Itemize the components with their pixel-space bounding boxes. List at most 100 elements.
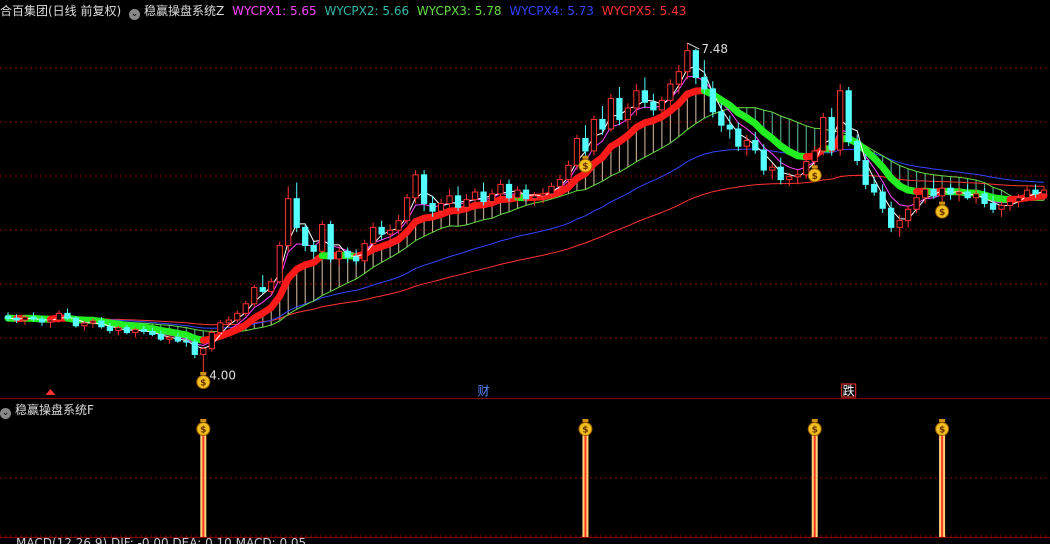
- candle-body: [429, 203, 436, 212]
- candle-body: [1006, 201, 1014, 206]
- ma-line-wycpx2: [7, 66, 1045, 349]
- candle-body: [998, 204, 1005, 210]
- money-bag-icon-glyph: $: [812, 172, 818, 182]
- candle-body: [4, 315, 12, 319]
- candle-body: [735, 128, 742, 147]
- candle-body: [123, 327, 131, 333]
- candle-body: [242, 303, 249, 314]
- buy-signal-icon-glyph: $: [200, 426, 206, 436]
- money-bag-icon-glyph: $: [200, 379, 206, 389]
- indicator-settings-icon[interactable]: ⌄: [129, 9, 141, 20]
- candle-body: [539, 193, 547, 197]
- stock-title: 合百集团(日线 前复权): [0, 4, 122, 18]
- candle-body: [47, 319, 54, 323]
- candle-body: [1023, 189, 1031, 199]
- candle-body: [675, 71, 682, 85]
- buy-signal-icon-glyph: $: [939, 426, 945, 436]
- buy-signal-icon-glyph: $: [582, 426, 588, 436]
- candle-body: [480, 191, 487, 203]
- candle-body: [446, 195, 453, 204]
- wycpx3-value: WYCPX3: 5.78: [416, 4, 502, 18]
- candle-body: [268, 281, 275, 292]
- signal-chart[interactable]: $ $ $ $: [0, 400, 1050, 544]
- candle-body: [166, 336, 173, 340]
- candle-body: [607, 97, 615, 130]
- candle-body: [420, 174, 428, 204]
- wycpx4-value: WYCPX4: 5.73: [509, 4, 594, 18]
- candle-body: [38, 318, 46, 323]
- candle-body: [13, 317, 20, 321]
- candle-body: [616, 97, 623, 120]
- main-chart-panel[interactable]: 7.48 4.00 $ $ $ $ 财跌 合百集团(日线 前复权) ⌄ 稳赢操盘系统Z WYC…: [0, 0, 1050, 400]
- candle-body: [454, 195, 462, 208]
- buy-signal-icon-knot: [811, 419, 818, 422]
- event-cai-marker: 财: [478, 384, 490, 398]
- trend-line-segment: [1032, 192, 1048, 201]
- candle-body: [81, 322, 88, 327]
- candle-body: [972, 193, 980, 199]
- candle-body: [302, 226, 309, 247]
- candle-body: [531, 195, 538, 200]
- up-arrow-icon: [45, 389, 56, 395]
- candle-body: [336, 250, 343, 260]
- candle-body: [310, 245, 317, 252]
- candle-body: [259, 287, 266, 292]
- candle-body: [548, 185, 555, 195]
- candle-body: [989, 203, 997, 210]
- candle-body: [327, 224, 334, 260]
- candle-body: [463, 199, 470, 208]
- candle-body: [930, 188, 937, 197]
- buy-signal-icon-knot: [939, 419, 946, 422]
- candle-body: [871, 183, 878, 193]
- candle-body: [752, 139, 759, 151]
- buy-signal-bar-core: [941, 434, 944, 538]
- candle-body: [828, 117, 835, 151]
- candle-body: [140, 329, 148, 333]
- candle-body: [191, 341, 198, 355]
- candle-body: [777, 166, 784, 181]
- candle-body: [72, 317, 80, 327]
- candle-body: [964, 191, 971, 199]
- candle-body: [157, 333, 164, 340]
- candle-body: [820, 117, 827, 152]
- candlestick-chart[interactable]: 7.484.00$$$$财跌: [0, 0, 1050, 400]
- money-bag-icon-knot: [200, 372, 207, 375]
- buy-signal-icon-glyph: $: [812, 426, 818, 436]
- candle-body: [811, 150, 818, 162]
- candle-body: [760, 149, 767, 171]
- indicator-name[interactable]: 稳赢操盘系统Z: [144, 4, 224, 18]
- candle-body: [633, 90, 640, 109]
- candle-body: [981, 193, 988, 205]
- candle-body: [1015, 197, 1022, 203]
- candle-body: [701, 76, 708, 90]
- candle-body: [921, 188, 929, 199]
- candle-body: [709, 88, 716, 113]
- money-bag-icon-knot: [811, 165, 818, 169]
- candle-body: [412, 174, 419, 199]
- sub-indicator-settings-icon[interactable]: ⌄: [0, 408, 11, 419]
- buy-signal-icon-knot: [582, 419, 589, 422]
- candle-body: [837, 90, 844, 151]
- candle-body: [896, 220, 903, 228]
- candle-body: [786, 176, 793, 181]
- sub-indicator-name[interactable]: 稳赢操盘系统F: [15, 403, 94, 417]
- candle-body: [344, 250, 351, 258]
- signal-panel[interactable]: $ $ $ $ ⌄ 稳赢操盘系统F: [0, 400, 1050, 544]
- buy-signal-icon-knot: [200, 419, 207, 422]
- candle-body: [378, 226, 385, 235]
- high-price-label: 7.48: [701, 42, 728, 56]
- candle-body: [854, 140, 861, 162]
- candle-body: [590, 118, 598, 152]
- candle-body: [658, 99, 666, 111]
- candle-body: [395, 220, 402, 231]
- candle-body: [803, 160, 810, 176]
- candle-body: [888, 207, 895, 228]
- candle-body: [514, 189, 521, 199]
- buy-signal-bar-core: [202, 434, 205, 538]
- candle-body: [573, 138, 581, 166]
- money-bag-icon-glyph: $: [939, 208, 945, 218]
- candle-body: [955, 191, 963, 195]
- candle-body: [650, 101, 657, 111]
- candle-body: [938, 187, 946, 197]
- candle-body: [913, 197, 920, 210]
